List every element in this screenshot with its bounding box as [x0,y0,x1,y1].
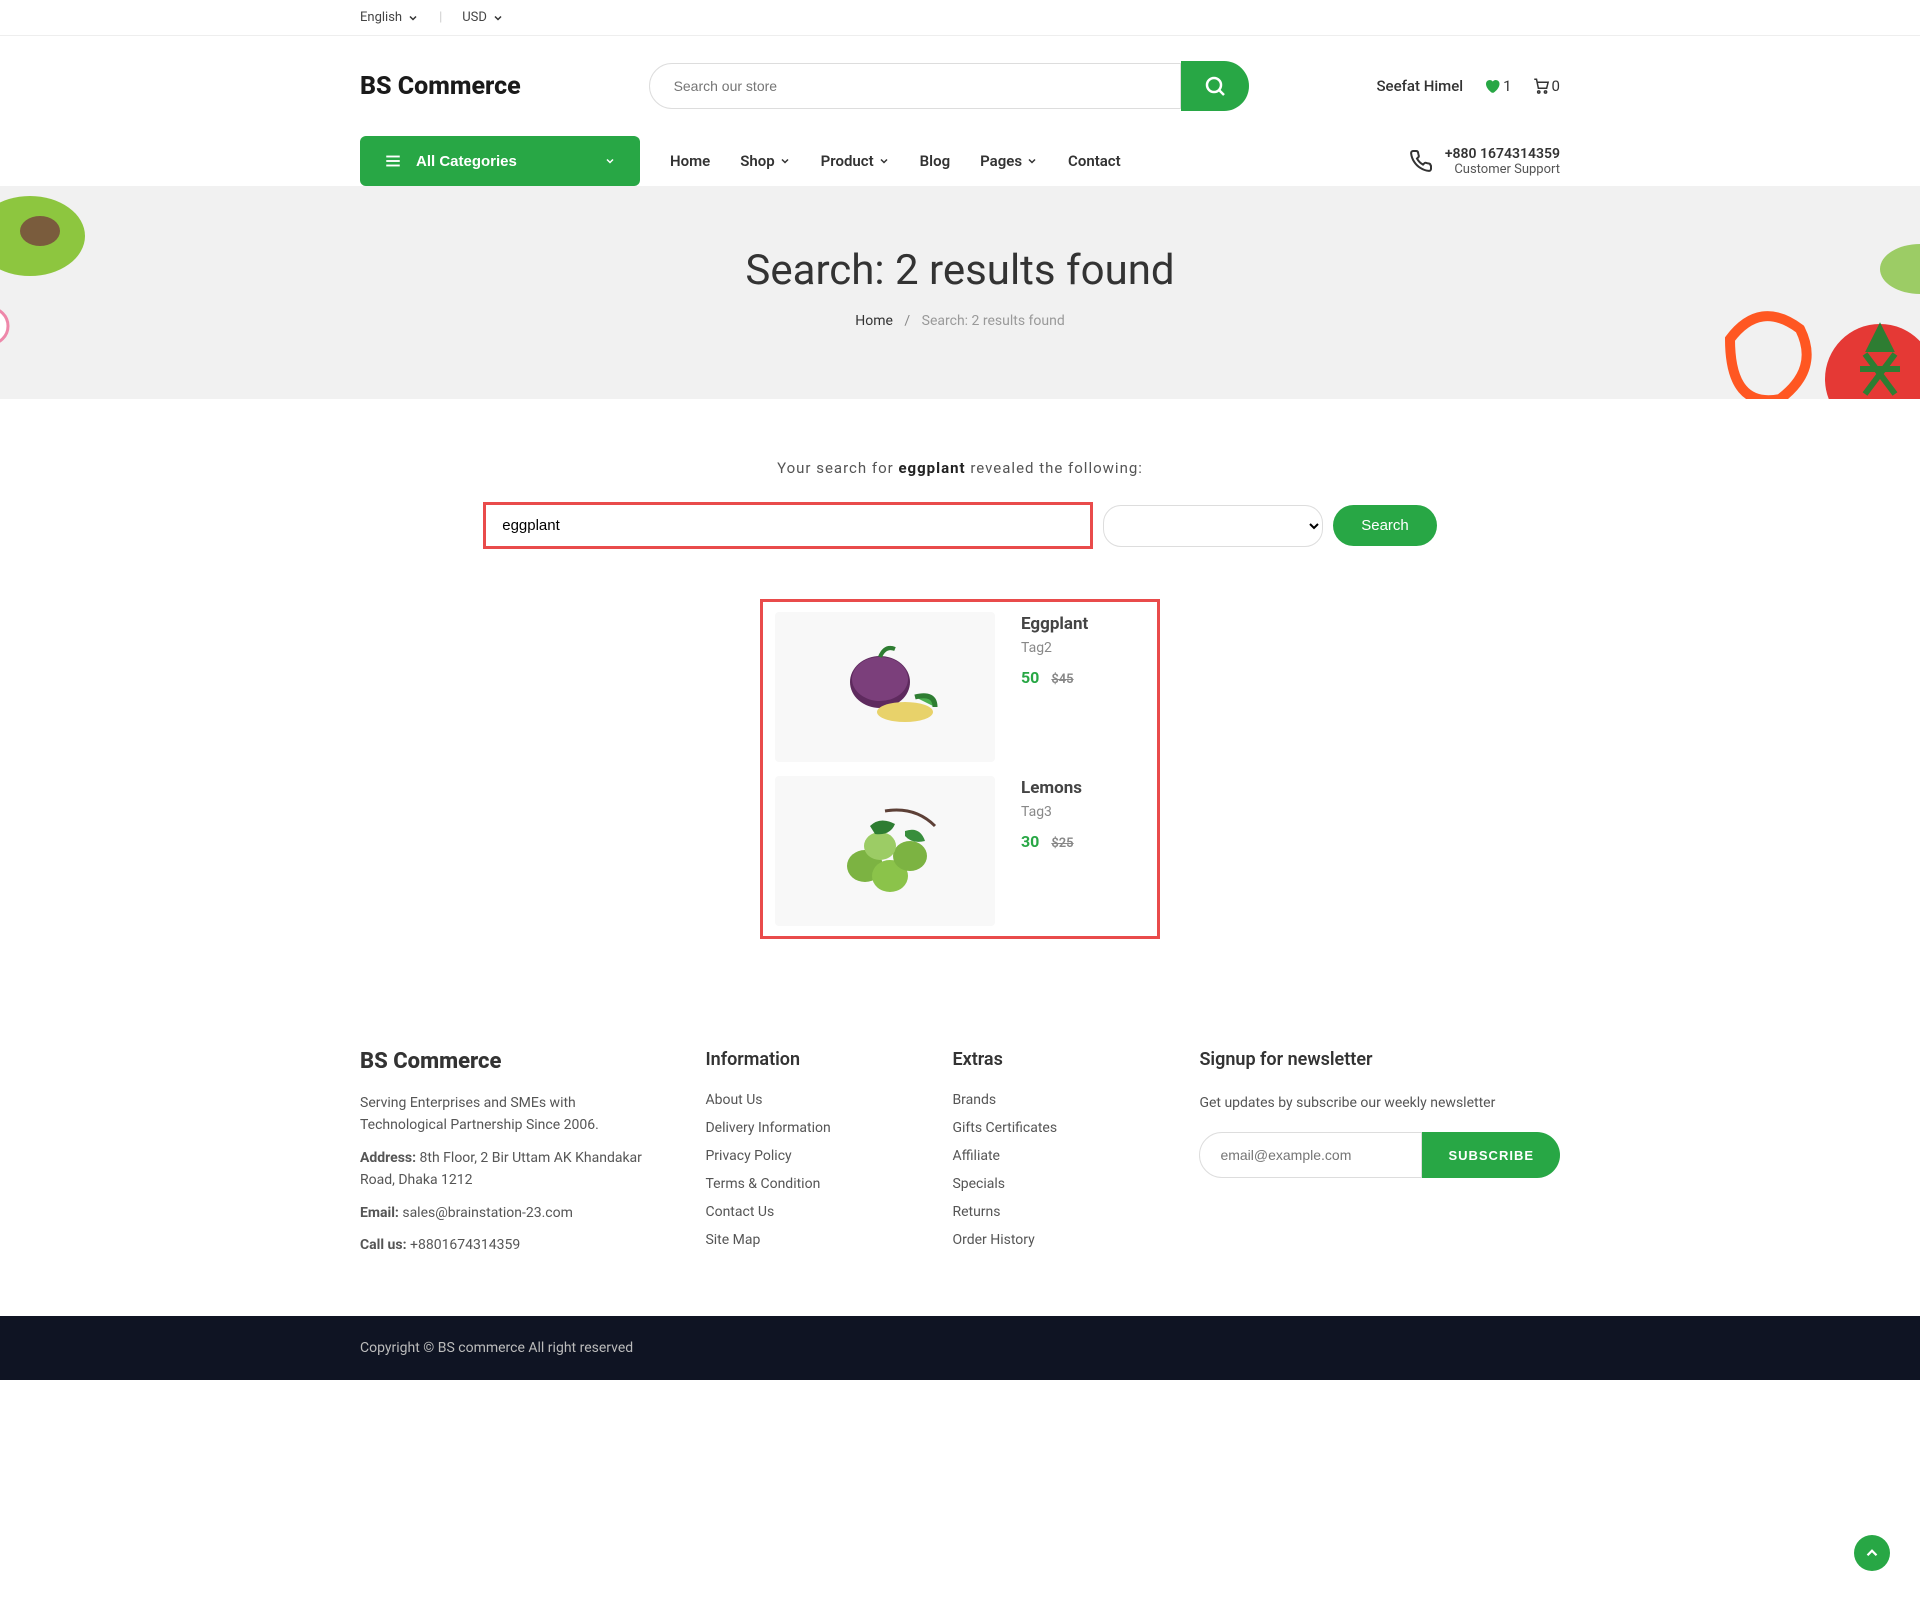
separator: | [439,10,442,25]
language-label: English [360,10,402,25]
language-selector[interactable]: English [360,10,419,25]
breadcrumb-separator: / [904,313,910,329]
nav-pages[interactable]: Pages [980,152,1038,170]
user-name[interactable]: Seefat Himel [1376,77,1463,95]
footer-link-returns[interactable]: Returns [952,1204,1149,1220]
page-title: Search: 2 results found [0,246,1920,295]
footer-link-terms[interactable]: Terms & Condition [705,1176,902,1192]
page-banner: Search: 2 results found Home / Search: 2… [0,186,1920,399]
product-image-icon [825,637,945,737]
footer-brand: BS Commerce [360,1049,655,1074]
search-message: Your search for eggplant revealed the fo… [260,459,1660,477]
product-tag: Tag2 [1021,640,1088,656]
top-bar: English | USD [0,0,1920,36]
chevron-down-icon [407,12,419,24]
product-thumbnail [775,612,995,762]
categories-button[interactable]: All Categories [360,136,640,186]
chevron-down-icon [878,155,890,167]
product-name: Eggplant [1021,614,1088,634]
search-results-section: Your search for eggplant revealed the fo… [260,399,1660,979]
search-term-input[interactable] [483,502,1093,549]
heart-icon [1483,77,1501,95]
arrow-up-icon [1863,1544,1881,1562]
chevron-down-icon [604,155,616,167]
logo[interactable]: BS Commerce [360,72,521,101]
results-highlight-box: Eggplant Tag2 50 $45 [760,599,1160,939]
wishlist-count: 1 [1503,77,1511,95]
footer-link-sitemap[interactable]: Site Map [705,1232,902,1248]
nav-home[interactable]: Home [670,152,710,170]
product-price: 30 [1021,832,1039,851]
footer-info-title: Information [705,1049,902,1070]
menu-icon [384,152,402,170]
footer-link-orders[interactable]: Order History [952,1232,1149,1248]
footer-link-gifts[interactable]: Gifts Certificates [952,1120,1149,1136]
footer-tagline: Serving Enterprises and SMEs with Techno… [360,1092,655,1137]
scroll-to-top-button[interactable] [1854,1535,1890,1571]
header-search [649,61,1249,111]
support-phone: +880 1674314359 Customer Support [1409,146,1560,177]
decoration-produce-left [0,186,160,376]
breadcrumb: Home / Search: 2 results found [0,313,1920,329]
product-thumbnail [775,776,995,926]
wishlist-link[interactable]: 1 [1483,77,1511,95]
nav-shop[interactable]: Shop [740,152,790,170]
newsletter-title: Signup for newsletter [1199,1049,1560,1070]
copyright-text: Copyright © BS commerce All right reserv… [360,1340,633,1356]
nav-product[interactable]: Product [821,152,890,170]
footer-link-delivery[interactable]: Delivery Information [705,1120,902,1136]
categories-label: All Categories [416,153,517,170]
header: BS Commerce Seefat Himel 1 0 [0,36,1920,136]
footer-link-contact[interactable]: Contact Us [705,1204,902,1220]
footer-link-affiliate[interactable]: Affiliate [952,1148,1149,1164]
chevron-down-icon [492,12,504,24]
main-nav: All Categories Home Shop Product Blog Pa… [360,136,1560,186]
results-list: Eggplant Tag2 50 $45 [260,599,1660,939]
newsletter-email-input[interactable] [1199,1132,1422,1178]
search-input[interactable] [649,63,1181,109]
chevron-down-icon [779,155,791,167]
product-old-price: $25 [1051,836,1073,851]
footer-email[interactable]: sales@brainstation-23.com [402,1205,573,1221]
copyright-bar: Copyright © BS commerce All right reserv… [0,1316,1920,1380]
footer-phone[interactable]: +8801674314359 [410,1237,520,1253]
search-button[interactable] [1181,61,1249,111]
footer-link-brands[interactable]: Brands [952,1092,1149,1108]
breadcrumb-home[interactable]: Home [855,313,893,329]
currency-label: USD [462,10,487,25]
nav-blog[interactable]: Blog [920,152,950,170]
footer-link-privacy[interactable]: Privacy Policy [705,1148,902,1164]
result-item[interactable]: Eggplant Tag2 50 $45 [775,612,1145,762]
newsletter-subscribe-button[interactable]: SUBSCRIBE [1422,1132,1560,1178]
phone-number: +880 1674314359 [1445,146,1560,162]
product-image-icon [820,796,950,906]
phone-icon [1409,149,1433,173]
search-submit-button[interactable]: Search [1333,505,1437,546]
result-item[interactable]: Lemons Tag3 30 $25 [775,776,1145,926]
cart-icon [1532,77,1550,95]
footer-link-about[interactable]: About Us [705,1092,902,1108]
breadcrumb-current: Search: 2 results found [922,313,1065,329]
footer-extras-title: Extras [952,1049,1149,1070]
support-label: Customer Support [1445,162,1560,177]
product-name: Lemons [1021,778,1082,798]
product-old-price: $45 [1051,672,1073,687]
newsletter-sub: Get updates by subscribe our weekly news… [1199,1092,1560,1114]
product-tag: Tag3 [1021,804,1082,820]
cart-count: 0 [1552,77,1560,95]
nav-contact[interactable]: Contact [1068,152,1121,170]
search-category-select[interactable] [1103,505,1323,547]
footer-link-specials[interactable]: Specials [952,1176,1149,1192]
search-icon [1203,74,1227,98]
currency-selector[interactable]: USD [462,10,504,25]
footer: BS Commerce Serving Enterprises and SMEs… [0,979,1920,1316]
cart-link[interactable]: 0 [1532,77,1560,95]
product-price: 50 [1021,668,1039,687]
chevron-down-icon [1026,155,1038,167]
decoration-produce-right [1670,239,1920,399]
